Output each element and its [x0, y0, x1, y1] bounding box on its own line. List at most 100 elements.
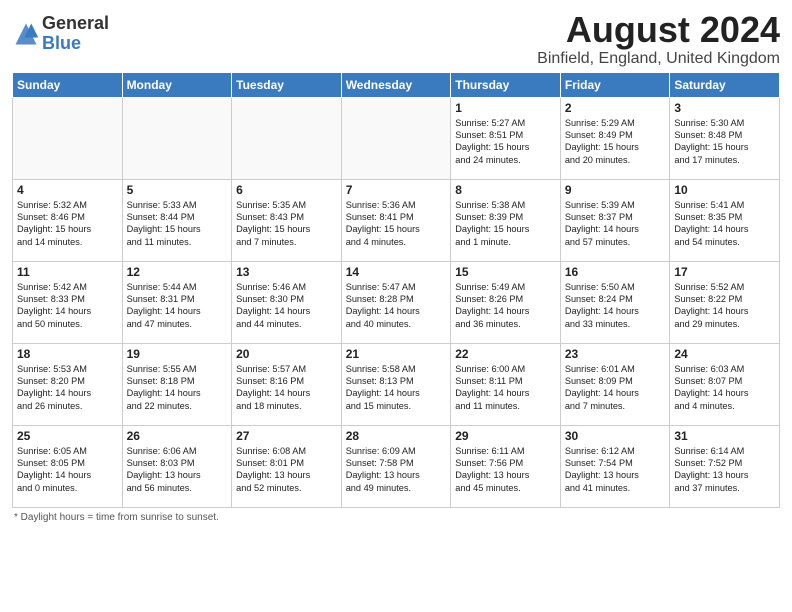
calendar-subtitle: Binfield, England, United Kingdom	[537, 50, 780, 68]
day-number: 5	[127, 183, 228, 197]
day-info: Sunrise: 6:05 AM Sunset: 8:05 PM Dayligh…	[17, 445, 118, 495]
col-header-monday: Monday	[122, 72, 232, 97]
day-info: Sunrise: 6:03 AM Sunset: 8:07 PM Dayligh…	[674, 363, 775, 413]
day-number: 9	[565, 183, 666, 197]
calendar-week-1: 1 Sunrise: 5:27 AM Sunset: 8:51 PM Daylig…	[13, 97, 780, 179]
calendar-cell: 28 Sunrise: 6:09 AM Sunset: 7:58 PM Dayli…	[341, 425, 451, 507]
calendar-cell: 9 Sunrise: 5:39 AM Sunset: 8:37 PM Daylig…	[560, 179, 670, 261]
day-info: Sunrise: 6:06 AM Sunset: 8:03 PM Dayligh…	[127, 445, 228, 495]
col-header-tuesday: Tuesday	[232, 72, 342, 97]
day-number: 13	[236, 265, 337, 279]
calendar-cell: 3 Sunrise: 5:30 AM Sunset: 8:48 PM Daylig…	[670, 97, 780, 179]
calendar-cell: 22 Sunrise: 6:00 AM Sunset: 8:11 PM Dayli…	[451, 343, 561, 425]
day-number: 31	[674, 429, 775, 443]
day-info: Sunrise: 6:09 AM Sunset: 7:58 PM Dayligh…	[346, 445, 447, 495]
day-number: 11	[17, 265, 118, 279]
day-number: 28	[346, 429, 447, 443]
calendar-cell: 11 Sunrise: 5:42 AM Sunset: 8:33 PM Dayli…	[13, 261, 123, 343]
day-number: 4	[17, 183, 118, 197]
day-number: 8	[455, 183, 556, 197]
day-number: 21	[346, 347, 447, 361]
day-info: Sunrise: 5:39 AM Sunset: 8:37 PM Dayligh…	[565, 199, 666, 249]
calendar-cell: 17 Sunrise: 5:52 AM Sunset: 8:22 PM Dayli…	[670, 261, 780, 343]
day-info: Sunrise: 5:42 AM Sunset: 8:33 PM Dayligh…	[17, 281, 118, 331]
logo-icon	[12, 20, 40, 48]
day-number: 15	[455, 265, 556, 279]
header: General Blue August 2024 Binfield, Engla…	[12, 10, 780, 68]
day-info: Sunrise: 5:29 AM Sunset: 8:49 PM Dayligh…	[565, 117, 666, 167]
day-info: Sunrise: 5:52 AM Sunset: 8:22 PM Dayligh…	[674, 281, 775, 331]
calendar-cell	[122, 97, 232, 179]
calendar-cell: 26Sunrise: 6:06 AM Sunset: 8:03 PM Dayli…	[122, 425, 232, 507]
day-number: 20	[236, 347, 337, 361]
calendar-cell: 25Sunrise: 6:05 AM Sunset: 8:05 PM Dayli…	[13, 425, 123, 507]
day-number: 24	[674, 347, 775, 361]
day-info: Sunrise: 6:08 AM Sunset: 8:01 PM Dayligh…	[236, 445, 337, 495]
calendar-cell: 23Sunrise: 6:01 AM Sunset: 8:09 PM Dayli…	[560, 343, 670, 425]
day-info: Sunrise: 5:58 AM Sunset: 8:13 PM Dayligh…	[346, 363, 447, 413]
calendar-cell: 18Sunrise: 5:53 AM Sunset: 8:20 PM Dayli…	[13, 343, 123, 425]
calendar-week-2: 4 Sunrise: 5:32 AM Sunset: 8:46 PM Daylig…	[13, 179, 780, 261]
day-info: Sunrise: 6:00 AM Sunset: 8:11 PM Dayligh…	[455, 363, 556, 413]
day-number: 30	[565, 429, 666, 443]
day-info: Sunrise: 5:44 AM Sunset: 8:31 PM Dayligh…	[127, 281, 228, 331]
logo: General Blue	[12, 14, 109, 54]
day-info: Sunrise: 5:27 AM Sunset: 8:51 PM Dayligh…	[455, 117, 556, 167]
day-info: Sunrise: 6:14 AM Sunset: 7:52 PM Dayligh…	[674, 445, 775, 495]
calendar-cell: 12 Sunrise: 5:44 AM Sunset: 8:31 PM Dayli…	[122, 261, 232, 343]
calendar-cell: 15 Sunrise: 5:49 AM Sunset: 8:26 PM Dayli…	[451, 261, 561, 343]
calendar-cell: 30 Sunrise: 6:12 AM Sunset: 7:54 PM Dayli…	[560, 425, 670, 507]
day-number: 3	[674, 101, 775, 115]
day-info: Sunrise: 5:50 AM Sunset: 8:24 PM Dayligh…	[565, 281, 666, 331]
day-info: Sunrise: 5:35 AM Sunset: 8:43 PM Dayligh…	[236, 199, 337, 249]
day-info: Sunrise: 6:12 AM Sunset: 7:54 PM Dayligh…	[565, 445, 666, 495]
title-block: August 2024 Binfield, England, United Ki…	[537, 10, 780, 68]
calendar-cell: 27 Sunrise: 6:08 AM Sunset: 8:01 PM Dayli…	[232, 425, 342, 507]
day-number: 18	[17, 347, 118, 361]
logo-text: General Blue	[42, 14, 109, 54]
day-info: Sunrise: 5:47 AM Sunset: 8:28 PM Dayligh…	[346, 281, 447, 331]
logo-general: General	[42, 14, 109, 34]
day-info: Sunrise: 5:55 AM Sunset: 8:18 PM Dayligh…	[127, 363, 228, 413]
col-header-friday: Friday	[560, 72, 670, 97]
day-number: 6	[236, 183, 337, 197]
day-number: 22	[455, 347, 556, 361]
calendar-week-3: 11 Sunrise: 5:42 AM Sunset: 8:33 PM Dayli…	[13, 261, 780, 343]
day-info: Sunrise: 5:41 AM Sunset: 8:35 PM Dayligh…	[674, 199, 775, 249]
day-number: 19	[127, 347, 228, 361]
col-header-sunday: Sunday	[13, 72, 123, 97]
day-info: Sunrise: 5:38 AM Sunset: 8:39 PM Dayligh…	[455, 199, 556, 249]
col-header-wednesday: Wednesday	[341, 72, 451, 97]
day-info: Sunrise: 5:32 AM Sunset: 8:46 PM Dayligh…	[17, 199, 118, 249]
calendar-cell: 13Sunrise: 5:46 AM Sunset: 8:30 PM Dayli…	[232, 261, 342, 343]
calendar-cell	[232, 97, 342, 179]
calendar-cell: 21 Sunrise: 5:58 AM Sunset: 8:13 PM Dayli…	[341, 343, 451, 425]
day-info: Sunrise: 5:30 AM Sunset: 8:48 PM Dayligh…	[674, 117, 775, 167]
day-number: 27	[236, 429, 337, 443]
day-number: 14	[346, 265, 447, 279]
calendar-cell: 4 Sunrise: 5:32 AM Sunset: 8:46 PM Daylig…	[13, 179, 123, 261]
day-number: 7	[346, 183, 447, 197]
page-container: General Blue August 2024 Binfield, Engla…	[0, 0, 792, 529]
calendar-title: August 2024	[537, 10, 780, 50]
calendar-cell: 1 Sunrise: 5:27 AM Sunset: 8:51 PM Daylig…	[451, 97, 561, 179]
day-number: 2	[565, 101, 666, 115]
calendar-cell: 10 Sunrise: 5:41 AM Sunset: 8:35 PM Dayli…	[670, 179, 780, 261]
logo-blue: Blue	[42, 34, 109, 54]
day-info: Sunrise: 5:57 AM Sunset: 8:16 PM Dayligh…	[236, 363, 337, 413]
calendar-cell	[13, 97, 123, 179]
calendar-cell: 16 Sunrise: 5:50 AM Sunset: 8:24 PM Dayli…	[560, 261, 670, 343]
calendar-week-4: 18Sunrise: 5:53 AM Sunset: 8:20 PM Dayli…	[13, 343, 780, 425]
day-number: 10	[674, 183, 775, 197]
calendar-cell: 24 Sunrise: 6:03 AM Sunset: 8:07 PM Dayli…	[670, 343, 780, 425]
day-number: 29	[455, 429, 556, 443]
day-number: 12	[127, 265, 228, 279]
day-info: Sunrise: 5:49 AM Sunset: 8:26 PM Dayligh…	[455, 281, 556, 331]
day-number: 1	[455, 101, 556, 115]
calendar-cell: 31 Sunrise: 6:14 AM Sunset: 7:52 PM Dayli…	[670, 425, 780, 507]
day-number: 17	[674, 265, 775, 279]
day-number: 16	[565, 265, 666, 279]
calendar-cell: 2 Sunrise: 5:29 AM Sunset: 8:49 PM Daylig…	[560, 97, 670, 179]
calendar-cell: 7Sunrise: 5:36 AM Sunset: 8:41 PM Daylig…	[341, 179, 451, 261]
col-header-thursday: Thursday	[451, 72, 561, 97]
